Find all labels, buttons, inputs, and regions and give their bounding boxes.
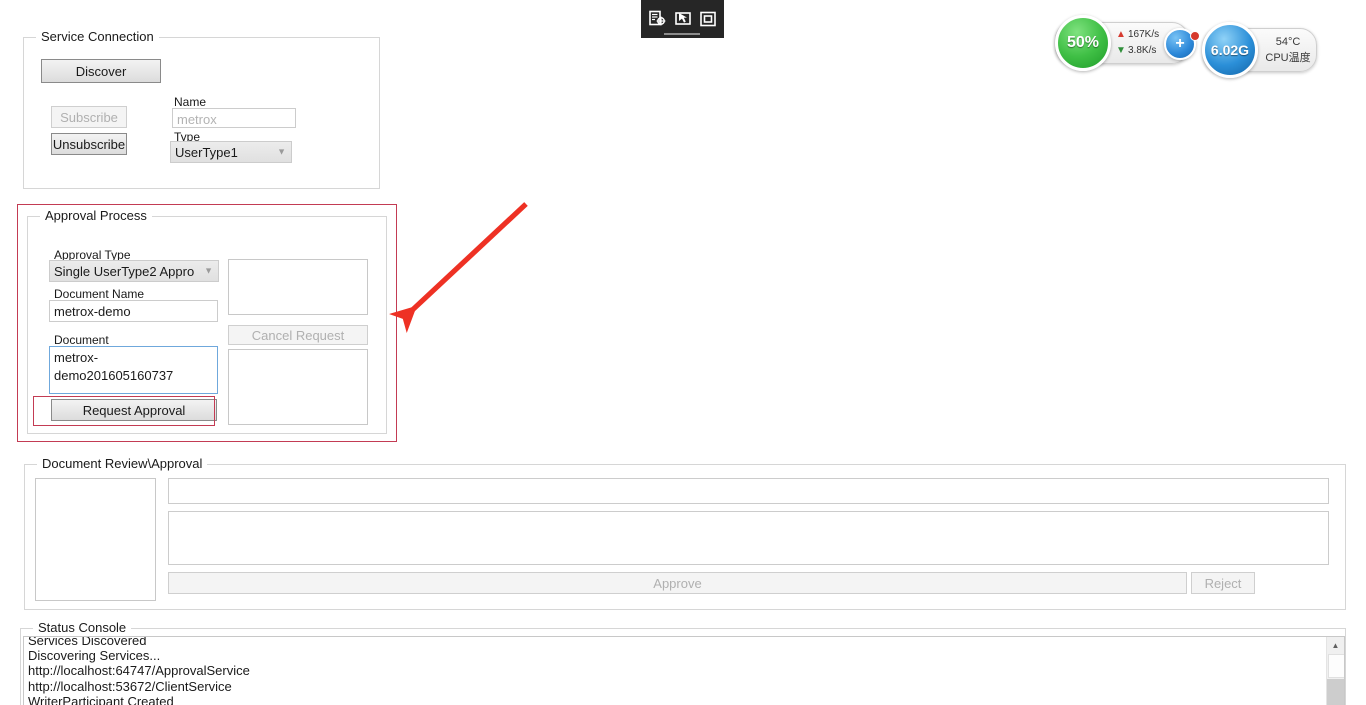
review-body-input[interactable] bbox=[168, 511, 1329, 565]
notification-dot-icon bbox=[1190, 31, 1200, 41]
status-console-line: WriterParticipant Created bbox=[28, 693, 174, 705]
status-console-output[interactable]: Services Discovered Discovering Services.… bbox=[23, 636, 1345, 705]
cpu-temperature-label: CPU温度 bbox=[1265, 52, 1311, 64]
capture-region-icon[interactable] bbox=[647, 8, 669, 30]
chevron-down-icon: ▼ bbox=[204, 265, 213, 276]
capture-toolbar-handle bbox=[664, 33, 700, 35]
chevron-down-icon: ▼ bbox=[277, 146, 286, 157]
document-name-input[interactable]: metrox-demo bbox=[49, 300, 218, 322]
memory-usage-value: 6.02G bbox=[1210, 42, 1250, 58]
name-input[interactable]: metrox bbox=[172, 108, 296, 128]
capture-fullscreen-icon[interactable] bbox=[697, 8, 719, 30]
upload-rate-value: 167K/s bbox=[1128, 29, 1160, 40]
plus-icon: + bbox=[1175, 35, 1185, 52]
capture-window-icon[interactable] bbox=[672, 8, 694, 30]
document-input[interactable]: metrox-demo201605160737 bbox=[49, 346, 218, 394]
document-review-title: Document Review\Approval bbox=[37, 456, 208, 472]
document-name-label: Document Name bbox=[54, 287, 145, 301]
download-arrow-icon: ▼ bbox=[1116, 45, 1126, 56]
cancel-request-button[interactable]: Cancel Request bbox=[228, 325, 368, 345]
scroll-up-icon[interactable]: ▲ bbox=[1327, 637, 1344, 654]
review-title-input[interactable] bbox=[168, 478, 1329, 504]
approve-button[interactable]: Approve bbox=[168, 572, 1187, 594]
type-select-value: UserType1 bbox=[175, 144, 238, 160]
document-label: Document bbox=[54, 333, 109, 347]
cpu-usage-value: 50% bbox=[1066, 34, 1100, 51]
download-rate-value: 3.8K/s bbox=[1128, 45, 1157, 56]
cpu-temperature-widget[interactable]: 6.02G 54°C CPU温度 bbox=[1202, 22, 1317, 78]
status-console-lines: Services Discovered Discovering Services.… bbox=[24, 637, 1326, 705]
cpu-usage-circle: 50% bbox=[1055, 15, 1111, 71]
approval-type-value: Single UserType2 Appro bbox=[54, 263, 195, 279]
status-console-group: Status Console Services Discovered Discov… bbox=[20, 620, 1346, 705]
status-console-title: Status Console bbox=[33, 620, 132, 636]
cpu-temperature-value: 54°C bbox=[1275, 36, 1301, 48]
approval-process-title: Approval Process bbox=[40, 208, 152, 224]
approval-type-select[interactable]: Single UserType2 Appro ▼ bbox=[49, 260, 219, 282]
add-widget-button[interactable]: + bbox=[1164, 28, 1200, 60]
annotation-arrow-icon bbox=[389, 202, 528, 334]
request-approval-button[interactable]: Request Approval bbox=[51, 399, 217, 421]
status-console-line: http://localhost:53672/ClientService bbox=[28, 678, 232, 694]
cpu-temperature-readout: 54°C CPU温度 bbox=[1262, 34, 1314, 66]
service-connection-group: Service Connection Discover Subscribe Un… bbox=[23, 29, 380, 189]
scrollbar-track[interactable] bbox=[1327, 679, 1344, 705]
subscribe-button[interactable]: Subscribe bbox=[51, 106, 127, 128]
type-select[interactable]: UserType1 ▼ bbox=[170, 141, 292, 163]
service-connection-title: Service Connection bbox=[36, 29, 159, 45]
status-console-line: Discovering Services... bbox=[28, 648, 161, 664]
memory-usage-circle: 6.02G bbox=[1202, 22, 1258, 78]
pending-requests-listbox[interactable] bbox=[228, 259, 368, 315]
scrollbar-thumb[interactable] bbox=[1328, 654, 1344, 678]
status-console-line: http://localhost:64747/ApprovalService bbox=[28, 663, 250, 679]
approval-process-group: Approval Process Approval Type Single Us… bbox=[27, 208, 387, 434]
network-monitor-widget[interactable]: 50% ▲ 167K/s ▼ 3.8K/s + bbox=[1055, 15, 1200, 71]
unsubscribe-button[interactable]: Unsubscribe bbox=[51, 133, 127, 155]
request-status-listbox[interactable] bbox=[228, 349, 368, 425]
discover-button[interactable]: Discover bbox=[41, 59, 161, 83]
review-documents-listbox[interactable] bbox=[35, 478, 156, 601]
application-window: 50% ▲ 167K/s ▼ 3.8K/s + 6.02G 54°C CPU温度 bbox=[0, 0, 1366, 705]
name-field-label: Name bbox=[174, 95, 207, 109]
document-review-group: Document Review\Approval Approve Reject bbox=[24, 456, 1346, 610]
status-console-scrollbar[interactable]: ▲ bbox=[1326, 637, 1344, 705]
reject-button[interactable]: Reject bbox=[1191, 572, 1255, 594]
status-console-line: Services Discovered bbox=[28, 637, 147, 648]
upload-arrow-icon: ▲ bbox=[1116, 29, 1126, 40]
